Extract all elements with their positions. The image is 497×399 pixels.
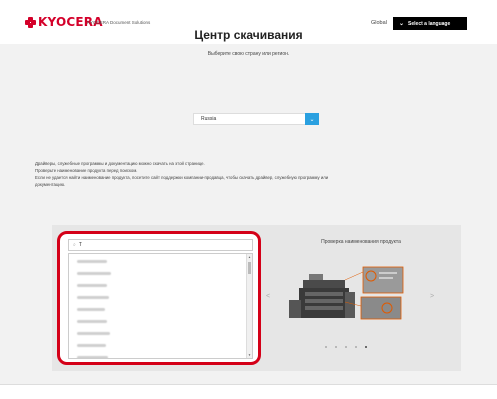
chevron-down-icon: ⌄ <box>399 21 405 27</box>
carousel-dot[interactable] <box>345 346 347 348</box>
list-item[interactable] <box>77 281 252 290</box>
kyocera-logo-mark-icon <box>25 17 36 28</box>
info-line: Проверьте наименование продукта перед по… <box>35 168 138 173</box>
list-item[interactable] <box>77 341 252 350</box>
product-result-list[interactable]: ▲ ▼ <box>68 253 253 359</box>
list-item[interactable] <box>77 305 252 314</box>
info-line: Драйверы, служебные программы и документ… <box>35 161 205 166</box>
info-line: документацию. <box>35 182 66 187</box>
info-text: Драйверы, служебные программы и документ… <box>35 160 328 188</box>
list-item[interactable] <box>77 269 252 278</box>
scroll-up-icon[interactable]: ▲ <box>247 255 252 259</box>
page-subtitle: Выберите свою страну или регион. <box>207 51 290 57</box>
product-search-box: ⌕ T ▲ ▼ <box>57 231 261 365</box>
list-item[interactable] <box>77 329 252 338</box>
scroll-down-icon[interactable]: ▼ <box>247 353 252 357</box>
list-item[interactable] <box>77 257 252 266</box>
carousel-dot[interactable] <box>355 346 357 348</box>
product-search-input[interactable]: ⌕ T <box>68 239 253 251</box>
carousel-dot[interactable] <box>325 346 327 348</box>
region-select[interactable]: Russia ⌄ <box>193 113 319 125</box>
carousel-dots <box>325 346 367 348</box>
chevron-down-icon[interactable]: ⌄ <box>305 113 319 125</box>
product-label-image <box>289 266 404 320</box>
list-item[interactable] <box>77 293 252 302</box>
list-scrollbar[interactable]: ▲ ▼ <box>246 254 252 358</box>
logo-subtitle: KYOCERA Document Solutions <box>87 20 151 25</box>
select-language-label: Select a language <box>408 20 451 27</box>
global-link[interactable]: Global <box>371 20 387 26</box>
scroll-thumb[interactable] <box>248 262 251 274</box>
carousel-dot[interactable] <box>335 346 337 348</box>
info-line: Если не удается найти наименование проду… <box>35 175 329 180</box>
page-title: Центр скачивания <box>194 28 303 42</box>
list-item[interactable] <box>77 353 252 358</box>
carousel-title: Проверка наименования продукта <box>321 239 401 245</box>
footer-strip <box>0 384 497 399</box>
region-select-value: Russia <box>201 116 217 122</box>
product-search-value: T <box>78 242 82 248</box>
list-item[interactable] <box>77 317 252 326</box>
carousel-dot-active[interactable] <box>365 346 367 348</box>
carousel-prev-icon[interactable]: < <box>266 293 270 300</box>
search-icon: ⌕ <box>73 242 76 248</box>
carousel-next-icon[interactable]: > <box>430 293 434 300</box>
